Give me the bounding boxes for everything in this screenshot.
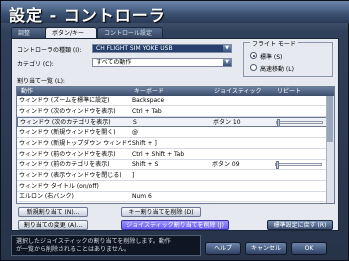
ok-button[interactable]: OK: [291, 242, 327, 255]
cell-action: ウィンドウ (新規トップダウン ウィンドウ): [19, 139, 131, 147]
slider-thumb[interactable]: [276, 161, 279, 170]
radio-fast-travel[interactable]: [250, 64, 257, 71]
assignment-list-label: 割り当て一覧 (L):: [17, 78, 65, 85]
delete-joystick-button[interactable]: ジョイスティック割り当てを削除 (J): [121, 220, 229, 230]
change-assignment-button[interactable]: 割り当ての変更 (A)...: [18, 220, 88, 230]
chevron-down-icon[interactable]: ▼: [223, 45, 231, 52]
cell-action: エルロン (右バンク): [19, 193, 74, 201]
window-title: 設定 - コントローラ: [9, 6, 166, 25]
help-text-line: 選択したジョイスティックの割り当てを削除します。動作: [16, 238, 171, 245]
cell-action: ウィンドウ (前のカテゴリを表示): [19, 161, 110, 169]
cell-action: ウィンドウ (次のウィンドウを表示): [19, 107, 116, 115]
table-row[interactable]: ウィンドウ (前のカテゴリを表示) Shift + S ボタン 09: [17, 160, 327, 171]
category-value: すべての動作: [96, 59, 132, 66]
new-assignment-button[interactable]: 新規割り当て (N)...: [18, 207, 88, 217]
delete-key-button[interactable]: キー割り当てを削除 (D): [121, 207, 201, 217]
help-button[interactable]: ヘルプ: [205, 242, 241, 255]
column-action[interactable]: 動作: [19, 87, 33, 96]
flight-mode-title: フライト モード: [250, 39, 298, 48]
cell-joystick: ボタン 10: [213, 119, 241, 127]
table-row[interactable]: ウィンドウ (次のカテゴリを表示) S ボタン 10: [17, 117, 327, 128]
flight-mode-group: フライト モード 標準 (S) 高速移動 (L): [243, 39, 333, 77]
settings-panel: コントローラの種類 (I): CH FLIGHT SIM YOKE USB ▼ …: [11, 38, 339, 231]
table-row[interactable]: ウィンドウ (前のウィンドウを表示) Ctrl + Shift + Tab: [17, 150, 327, 160]
title-bar: 設定 - コントローラ: [1, 1, 349, 25]
chevron-down-icon[interactable]: ▼: [223, 59, 231, 66]
table-row[interactable]: ウィンドウ (新規トップダウン ウィンドウ) Shift + ]: [17, 139, 327, 149]
cell-joystick: ボタン 09: [212, 161, 240, 169]
device-select[interactable]: CH FLIGHT SIM YOKE USB ▼: [92, 44, 232, 53]
device-label: コントローラの種類 (I):: [17, 47, 82, 54]
cell-key: Ctrl + Tab: [132, 107, 162, 115]
radio-standard-label: 標準 (S): [260, 54, 283, 61]
settings-window: 設定 - コントローラ 調整 ボタン/キー コントロール設定 コントローラの種類…: [0, 0, 349, 261]
vertical-scrollbar[interactable]: [326, 96, 334, 203]
assignment-table[interactable]: 動作 キーボード ジョイスティック リピート ウィンドウ (ズームを標準に設定)…: [16, 86, 335, 204]
cell-key: Num 6: [132, 193, 152, 201]
cell-action: ウィンドウ タイトル (on/off): [19, 182, 99, 190]
cell-key: @: [132, 129, 138, 137]
device-value: CH FLIGHT SIM YOKE USB: [96, 45, 173, 52]
cell-action: ウィンドウ (新規ウィンドウを開く): [19, 129, 116, 137]
cell-action: ウィンドウ (ズームを標準に設定): [19, 97, 110, 104]
cell-key: S: [133, 119, 137, 127]
cell-key: Shift + S: [132, 161, 159, 169]
table-row[interactable]: ウィンドウ タイトル (on/off): [17, 182, 327, 192]
table-row[interactable]: ウィンドウ (ズームを標準に設定) Backspace: [17, 96, 327, 106]
category-label: カテゴリ (C):: [17, 61, 54, 68]
category-select[interactable]: すべての動作 ▼: [92, 58, 232, 67]
repeat-slider[interactable]: [275, 161, 322, 170]
cell-key: ]: [132, 171, 135, 179]
cell-action: ウィンドウ (前のウィンドウを表示): [19, 150, 116, 158]
cell-key: Backspace: [132, 97, 165, 104]
repeat-slider[interactable]: [276, 119, 323, 128]
table-header: 動作 キーボード ジョイスティック リピート: [17, 87, 334, 96]
help-text-box: 選択したジョイスティックの割り当てを削除します。動作 が一覧から削除されることは…: [11, 235, 201, 256]
cell-action: ウィンドウ (次のカテゴリを表示): [20, 119, 111, 127]
column-repeat[interactable]: リピート: [275, 87, 301, 96]
help-text-line: が一覧から削除されることはありません。: [16, 246, 130, 253]
reset-defaults-button[interactable]: 標準設定に戻す (R): [267, 220, 333, 230]
column-keyboard[interactable]: キーボード: [132, 87, 164, 96]
column-joystick[interactable]: ジョイスティック: [212, 87, 261, 96]
table-row[interactable]: ウィンドウ (表示ウィンドウを閉じる)]: [17, 171, 327, 181]
scrollbar-thumb[interactable]: [327, 96, 333, 142]
cell-key: Shift + ]: [132, 139, 157, 147]
table-row[interactable]: ウィンドウ (次のウィンドウを表示) Ctrl + Tab: [17, 107, 327, 117]
cell-action: ウィンドウ (表示ウィンドウを閉じる): [19, 171, 122, 179]
cancel-button[interactable]: キャンセル: [245, 242, 287, 255]
slider-thumb[interactable]: [277, 119, 280, 128]
table-row[interactable]: エルロン (右バンク) Num 6: [17, 192, 327, 203]
table-row[interactable]: ウィンドウ (新規ウィンドウを開く) @: [17, 128, 327, 139]
cell-key: Ctrl + Shift + Tab: [132, 150, 185, 158]
radio-standard[interactable]: [250, 52, 257, 59]
radio-fast-travel-label: 高速移動 (L): [260, 66, 294, 73]
